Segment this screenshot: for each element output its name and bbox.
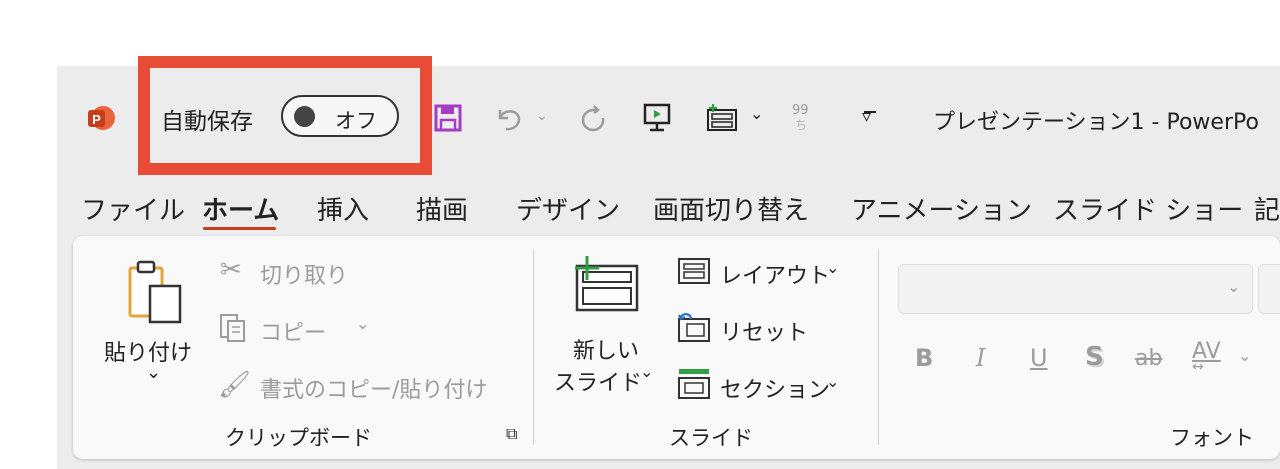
customize-quick-access-icon[interactable]: ▿	[862, 106, 871, 127]
layout-dropdown-chevron-icon[interactable]: ⌄	[750, 104, 763, 123]
tab-draw[interactable]: 描画	[416, 190, 468, 227]
tab-animations[interactable]: アニメーション	[851, 190, 1032, 227]
new-slide-label-line2[interactable]: スライド	[554, 365, 642, 397]
window-title: プレゼンテーション1 - PowerPo	[933, 110, 1259, 135]
copy-icon	[216, 310, 252, 346]
cut-icon: ✂	[220, 255, 242, 285]
underline-button[interactable]: U	[1030, 344, 1048, 372]
font-group-label: フォント	[1170, 426, 1254, 450]
strikethrough-button[interactable]: ab	[1135, 346, 1162, 371]
tab-file[interactable]: ファイル	[81, 190, 185, 227]
clipboard-group-label: クリップボード	[225, 426, 372, 450]
tab-more[interactable]: 記	[1254, 190, 1280, 227]
svg-text:ち: ち	[795, 118, 807, 132]
autosave-toggle[interactable]: オフ	[281, 95, 399, 137]
copy-button[interactable]: コピー	[260, 315, 326, 347]
undo-icon[interactable]	[492, 100, 528, 136]
group-separator	[878, 250, 879, 445]
tab-home[interactable]: ホーム	[202, 190, 279, 227]
undo-dropdown-chevron-icon[interactable]: ⌄	[536, 108, 548, 124]
cut-button[interactable]: 切り取り	[260, 258, 348, 290]
autosave-label: 自動保存	[161, 109, 253, 135]
copy-chevron-icon[interactable]: ⌄	[356, 314, 369, 333]
section-button[interactable]: セクション	[720, 372, 830, 404]
format-painter-icon: 🖌	[218, 370, 252, 400]
spacing-arrows-icon: ↔	[1192, 359, 1204, 375]
layout-quick-icon[interactable]	[703, 100, 743, 136]
reset-icon	[676, 312, 712, 344]
new-slide-label-line1[interactable]: 新しい	[573, 333, 639, 365]
clipboard-launcher-icon[interactable]: ⧉	[506, 424, 517, 444]
new-slide-icon[interactable]	[568, 256, 640, 314]
tab-slideshow[interactable]: スライド ショー	[1053, 190, 1243, 227]
layout-icon	[676, 256, 712, 286]
paste-icon[interactable]	[120, 255, 190, 325]
paste-chevron-icon[interactable]: ⌄	[146, 362, 161, 383]
start-slideshow-icon[interactable]	[640, 100, 674, 136]
spelling-icon[interactable]: 99 ち	[787, 98, 821, 136]
new-slide-chevron-icon[interactable]: ⌄	[640, 362, 653, 381]
section-icon	[676, 366, 712, 402]
group-separator	[533, 250, 534, 445]
toggle-knob	[294, 106, 315, 127]
tab-transitions[interactable]: 画面切り替え	[653, 190, 809, 227]
customize-bar-icon	[864, 111, 876, 113]
layout-button[interactable]: レイアウト	[720, 258, 830, 290]
format-painter-button[interactable]: 書式のコピー/貼り付け	[260, 372, 487, 404]
bold-button[interactable]: B	[915, 344, 933, 372]
save-icon[interactable]	[432, 102, 464, 134]
shadow-button[interactable]: S	[1085, 342, 1104, 372]
svg-text:P: P	[92, 112, 101, 127]
italic-button[interactable]: I	[976, 344, 985, 372]
section-chevron-icon[interactable]: ⌄	[826, 372, 839, 391]
font-name-chevron-icon: ⌄	[1227, 277, 1241, 296]
character-spacing-chevron-icon[interactable]: ⌄	[1238, 346, 1251, 365]
svg-text:99: 99	[792, 103, 809, 118]
tab-design[interactable]: デザイン	[516, 190, 620, 227]
font-size-select[interactable]	[1258, 264, 1280, 314]
font-name-select[interactable]: ⌄	[898, 264, 1253, 314]
reset-button[interactable]: リセット	[720, 315, 808, 347]
slides-group-label: スライド	[669, 426, 753, 450]
autosave-state: オフ	[335, 109, 377, 133]
active-tab-underline	[203, 227, 276, 230]
layout-chevron-icon[interactable]: ⌄	[826, 258, 839, 277]
powerpoint-logo-icon: P	[86, 103, 116, 133]
tab-insert[interactable]: 挿入	[317, 190, 369, 227]
redo-icon[interactable]	[575, 100, 611, 136]
